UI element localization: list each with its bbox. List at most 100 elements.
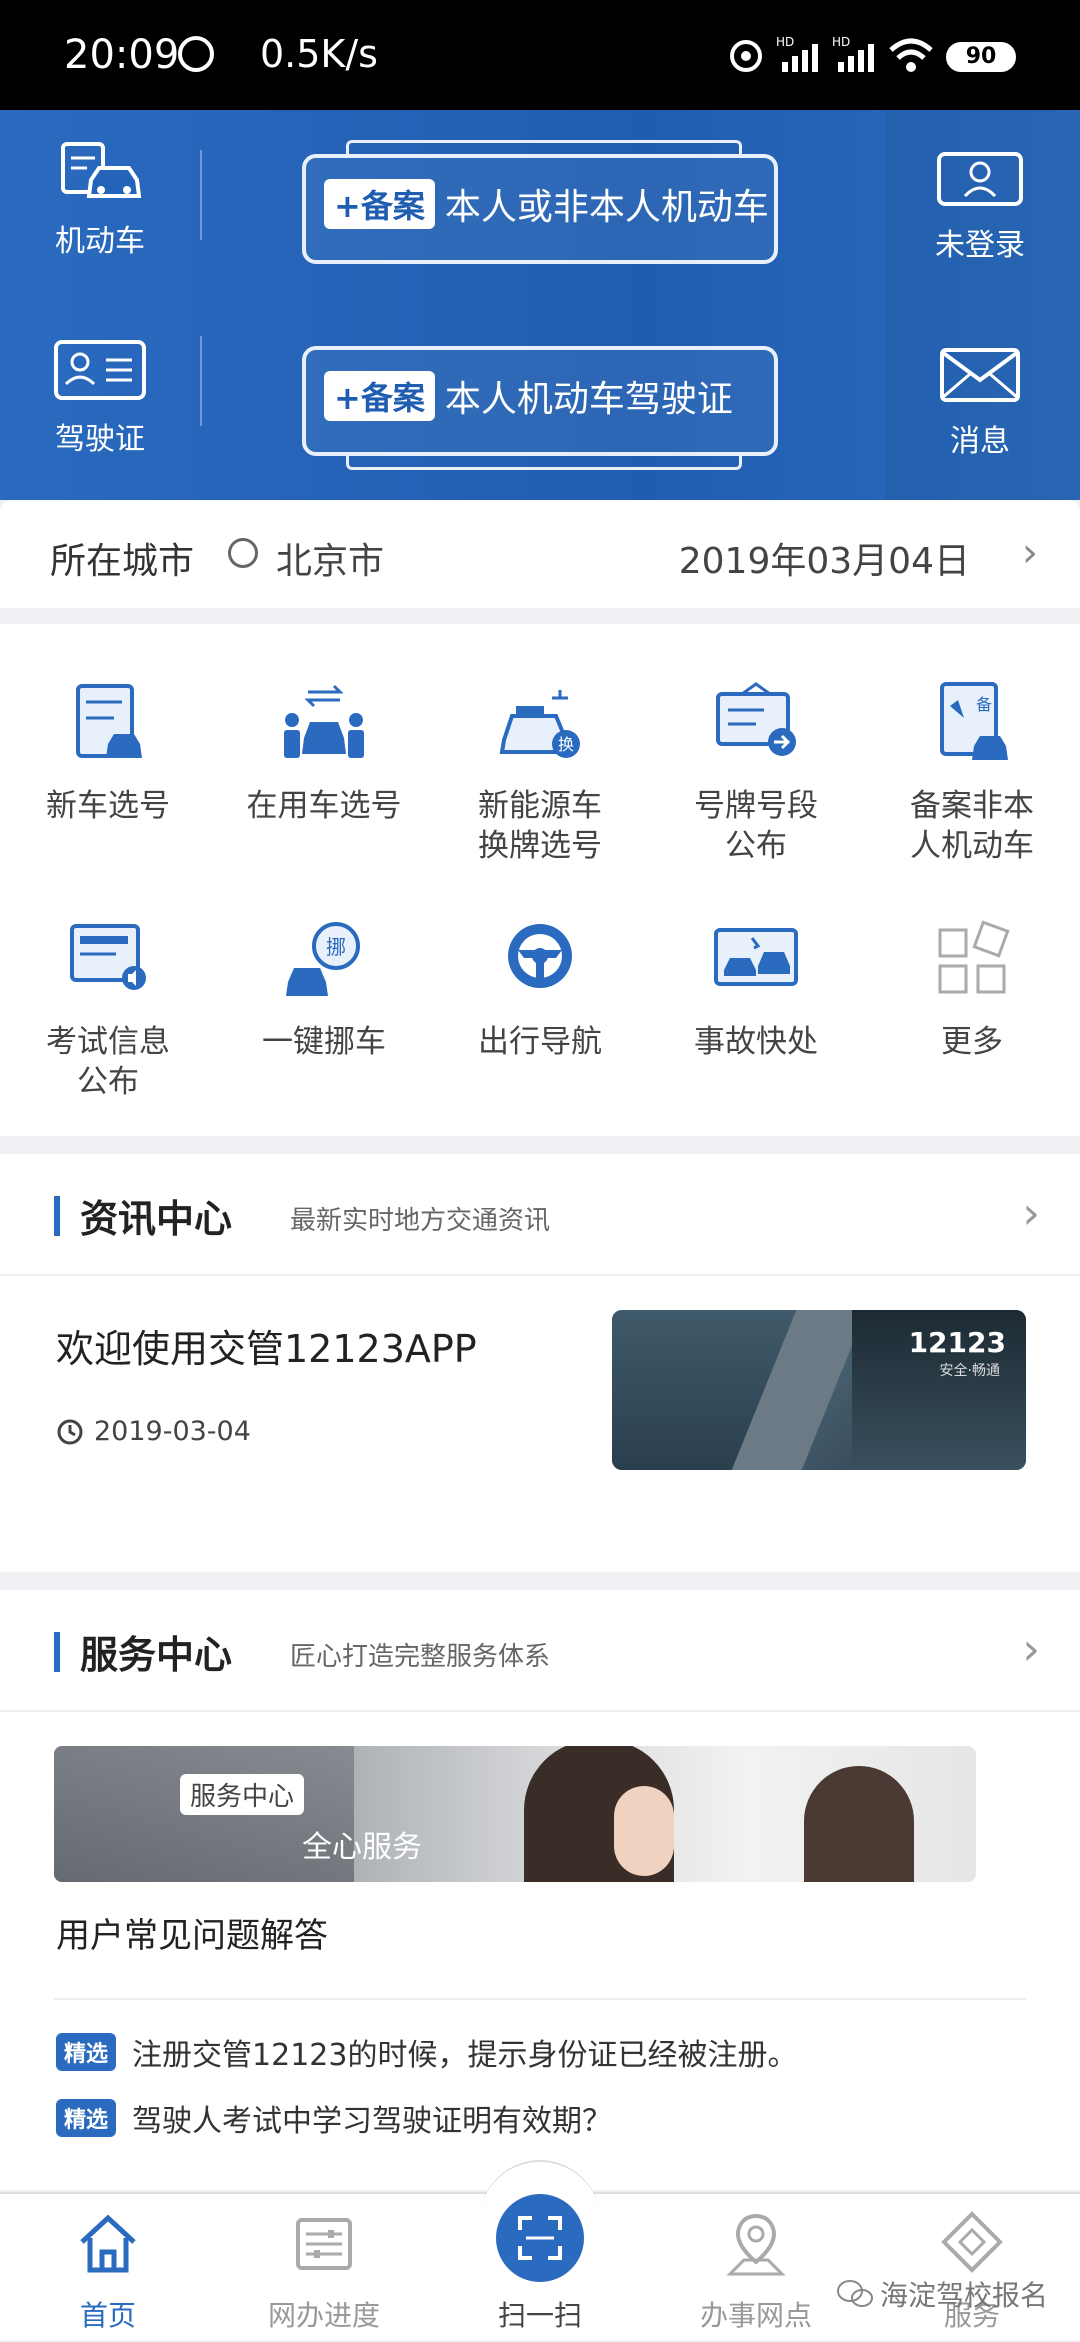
service-label: 备案非本 人机动车 [910,788,1034,864]
divider [54,1998,1026,2000]
plate-frame [346,454,742,470]
alarm-icon [178,36,214,72]
banner-person-face [614,1786,674,1876]
service-new-energy-car[interactable]: 换 新能源车 换牌选号 [432,680,648,866]
vehicle-label: 机动车 [55,224,145,259]
service-center-title: 服务中心 [80,1633,233,1677]
service-banner[interactable]: 服务中心 全心服务 [54,1746,976,1882]
thumb-slogan: 安全·畅通 [939,1363,1000,1379]
service-label: 一键挪车 [262,1024,386,1060]
service-more[interactable]: 更多 [864,916,1080,1062]
tab-scan[interactable]: 扫一扫 [432,2194,648,2342]
svg-text:备: 备 [976,695,992,714]
featured-badge: 精选 [56,2033,117,2071]
service-label: 出行导航 [478,1024,602,1060]
service-used-car-number[interactable]: 在用车选号 [216,680,432,826]
faq-text: 注册交管12123的时候，提示身份证已经被注册。 [132,2038,798,2073]
tab-progress[interactable]: 网办进度 [216,2194,432,2342]
tab-locations[interactable]: 办事网点 [648,2194,864,2342]
new-energy-car-icon: 换 [499,690,580,758]
news-title: 资讯中心 [80,1197,233,1241]
service-label: 更多 [941,1024,1003,1060]
tab-label: 网办进度 [267,2299,380,2332]
service-move-car[interactable]: 挪 一键挪车 [216,916,432,1062]
register-vehicle-plate-button[interactable]: +备案 本人或非本人机动车 [302,140,778,264]
divider [200,150,202,240]
service-exam-info[interactable]: 考试信息 公布 [0,916,216,1102]
watermark-text: 海淀驾校报名 [880,2279,1049,2312]
envelope-icon [940,348,1020,402]
tab-label: 扫一扫 [497,2299,582,2332]
vehicle-entry[interactable]: 机动车 [30,140,170,260]
register-tag: +备案 [324,371,435,421]
section-accent [54,1196,60,1236]
header-banner: 机动车 驾驶证 +备案 本人或非本人机动车 +备案 本人机动车驾驶证 未登录 消… [0,110,1080,500]
car-document-icon [61,142,142,198]
battery-indicator: 90 [946,42,1016,72]
steering-wheel-icon [508,924,572,988]
service-accident[interactable]: 事故快处 [648,916,864,1062]
watermark: 海淀驾校报名 [836,2274,1048,2314]
news-item-date: 2019-03-04 [94,1416,251,1447]
message-label: 消息 [950,424,1010,459]
service-label: 事故快处 [694,1024,818,1060]
service-label: 在用车选号 [246,788,402,824]
status-time: 20:09 [64,32,180,78]
plate-text: 本人机动车驾驶证 [444,379,733,420]
chevron-right-icon[interactable]: › [1022,1624,1040,1675]
current-date: 2019年03月04日 [678,541,970,582]
more-icon [938,920,1010,994]
login-entry[interactable]: 未登录 [910,150,1050,264]
license-entry[interactable]: 驾驶证 [30,338,170,458]
plate-frame [346,140,742,156]
service-navigation[interactable]: 出行导航 [432,916,648,1062]
service-label: 号牌号段 公布 [694,788,818,864]
status-bar: 20:09 0.5K/s HD HD 90 [0,0,1080,110]
service-label: 新能源车 换牌选号 [478,788,602,864]
service-center-subtitle: 匠心打造完整服务体系 [290,1642,551,1672]
svg-text:HD: HD [776,35,794,49]
service-register-vehicle[interactable]: 备 备案非本 人机动车 [864,680,1080,866]
service-label: 考试信息 公布 [46,1024,170,1100]
news-item[interactable]: 欢迎使用交管12123APP 2019-03-04 12123 安全·畅通 [0,1276,1080,1506]
news-header[interactable]: 资讯中心 最新实时地方交通资讯 › [0,1154,1080,1276]
register-license-plate-button[interactable]: +备案 本人机动车驾驶证 [302,346,778,470]
service-plate-range[interactable]: 号牌号段 公布 [648,680,864,866]
svg-text:挪: 挪 [326,935,346,959]
thumb-logo: 12123 [908,1326,1006,1359]
city-bar[interactable]: 所在城市 北京市 2019年03月04日 › [0,500,1080,608]
faq-item[interactable]: 精选 驾驶人考试中学习驾驶证明有效期？ [56,2096,612,2140]
city-label: 所在城市 [50,541,195,582]
scan-icon [518,2216,562,2260]
service-icon [941,2211,1003,2273]
license-label: 驾驶证 [55,422,145,457]
message-entry[interactable]: 消息 [910,346,1050,460]
news-thumbnail: 12123 安全·畅通 [612,1310,1026,1470]
service-grid: 新车选号 在用车选号 换 新能源车 换牌选号 号牌号段 公布 备 备案非本 人机… [0,624,1080,1136]
news-subtitle: 最新实时地方交通资讯 [290,1206,551,1236]
move-car-icon: 挪 [286,922,360,996]
user-icon [937,152,1023,206]
plate-range-icon [716,682,796,756]
faq-text: 驾驶人考试中学习驾驶证明有效期？ [132,2104,613,2139]
service-center-header[interactable]: 服务中心 匠心打造完整服务体系 › [0,1590,1080,1712]
chevron-right-icon[interactable]: › [1022,530,1038,576]
service-new-car-number[interactable]: 新车选号 [0,680,216,826]
chevron-right-icon[interactable]: › [1022,1188,1040,1239]
progress-icon [296,2218,352,2270]
signal-icon: HD [776,35,818,72]
tab-home[interactable]: 首页 [0,2194,216,2342]
location-target-icon [228,538,258,568]
register-vehicle-icon: 备 [940,682,1008,760]
featured-badge: 精选 [56,2099,117,2137]
service-label: 新车选号 [46,788,170,824]
banner-tag: 服务中心 [180,1774,305,1815]
accident-icon [714,928,798,986]
faq-item[interactable]: 精选 注册交管12123的时候，提示身份证已经被注册。 [56,2030,797,2074]
tab-service[interactable]: 服务 [864,2194,1080,2342]
wechat-icon [837,2280,873,2307]
section-accent [54,1632,60,1672]
id-card-icon [54,340,146,400]
signal-icon-2: HD [832,35,874,72]
city-name[interactable]: 北京市 [276,532,384,584]
